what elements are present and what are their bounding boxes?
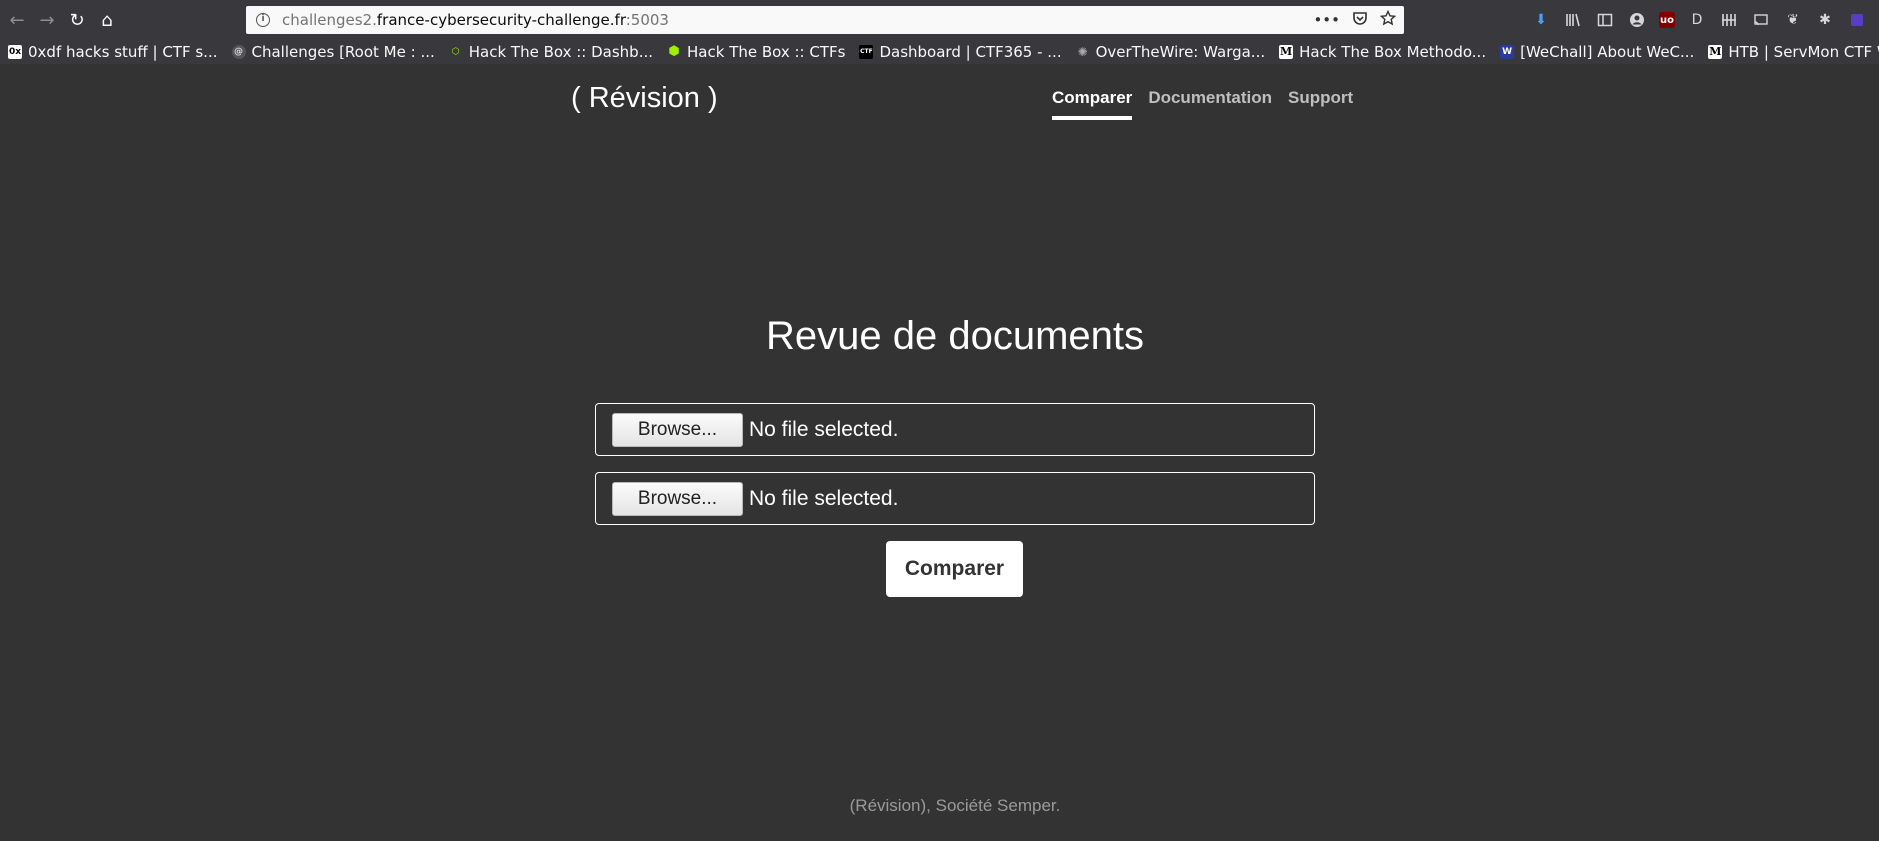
account-icon[interactable] [1627, 10, 1647, 30]
url-text[interactable]: challenges2.france-cybersecurity-challen… [282, 11, 669, 29]
bookmark-label: Hack The Box :: CTFs [687, 43, 846, 61]
bookmark-item[interactable]: W [WeChall] About WeC... [1500, 43, 1694, 61]
bookmark-label: Hack The Box :: Dashb... [468, 43, 654, 61]
browse-button[interactable]: Browse... [612, 412, 743, 447]
back-icon[interactable]: ← [2, 5, 32, 35]
overthewire-icon: ✺ [1077, 45, 1088, 59]
bookmark-item[interactable]: @ Challenges [Root Me : ... [231, 43, 435, 61]
url-port: :5003 [625, 11, 669, 29]
page-content: ( Révision ) Comparer Documentation Supp… [0, 64, 1879, 841]
home-icon[interactable]: ⌂ [92, 5, 122, 35]
bookmark-item[interactable]: CTF Dashboard | CTF365 - ... [859, 43, 1062, 61]
bookmark-item[interactable]: ⬡ Hack The Box :: Dashb... [449, 43, 653, 61]
main-nav: Comparer Documentation Support [1052, 88, 1353, 120]
0xdf-icon: 0x [8, 45, 22, 59]
cast-icon[interactable] [1751, 10, 1771, 30]
bookmark-item[interactable]: ✺ OverTheWire: Warga... [1076, 43, 1266, 61]
bookmark-label: Hack The Box Methodo... [1299, 43, 1487, 61]
nav-support[interactable]: Support [1288, 88, 1353, 120]
medium-icon: M [1708, 45, 1723, 59]
bookmark-label: HTB | ServMon CTF W... [1728, 43, 1879, 61]
bookmark-label: OverTheWire: Warga... [1095, 43, 1266, 61]
bookmark-item[interactable]: M Hack The Box Methodo... [1279, 43, 1486, 61]
url-prefix: challenges2. [282, 11, 377, 29]
bookmark-label: Dashboard | CTF365 - ... [879, 43, 1062, 61]
site-info-icon[interactable]: i [256, 13, 270, 27]
nav-documentation[interactable]: Documentation [1148, 88, 1272, 120]
url-bar[interactable]: i challenges2.france-cybersecurity-chall… [246, 6, 1404, 34]
page-actions-icon[interactable]: ••• [1313, 11, 1340, 29]
file-input-1[interactable]: Browse... No file selected. [595, 403, 1315, 456]
site-brand[interactable]: ( Révision ) [571, 82, 718, 115]
page-title: Revue de documents [765, 314, 1144, 358]
bookmarks-bar: 0x 0xdf hacks stuff | CTF s... @ Challen… [0, 40, 1879, 64]
extension-leaf-icon[interactable]: ❦ [1783, 10, 1803, 30]
sidebar-icon[interactable] [1595, 10, 1615, 30]
rootme-icon: @ [231, 45, 246, 59]
bookmark-item[interactable]: 0x 0xdf hacks stuff | CTF s... [8, 43, 218, 61]
bookmark-item[interactable]: M HTB | ServMon CTF W... [1708, 43, 1879, 61]
htb-cube-icon: ⬢ [668, 44, 680, 59]
footer-text: (Révision), Société Semper. [849, 796, 1061, 815]
library-icon[interactable] [1563, 10, 1583, 30]
bookmark-item[interactable]: ⬢ Hack The Box :: CTFs [667, 43, 845, 61]
extension-bars-icon[interactable] [1719, 10, 1739, 30]
file-status-text: No file selected. [749, 486, 899, 510]
wechall-icon: W [1500, 45, 1515, 59]
bookmark-label: Challenges [Root Me : ... [251, 43, 435, 61]
reload-icon[interactable]: ↻ [62, 5, 92, 35]
pocket-icon[interactable] [1352, 10, 1368, 30]
bookmark-label: 0xdf hacks stuff | CTF s... [28, 43, 218, 61]
bookmark-star-icon[interactable] [1379, 9, 1397, 30]
extension-shield-icon[interactable] [1847, 10, 1867, 30]
nav-comparer[interactable]: Comparer [1052, 88, 1133, 120]
browser-toolbar: ← → ↻ ⌂ i challenges2.france-cybersecuri… [0, 0, 1879, 40]
bookmark-label: [WeChall] About WeC... [1520, 43, 1695, 61]
downloads-icon[interactable]: ⬇ [1531, 10, 1551, 30]
compare-submit-button[interactable]: Comparer [886, 541, 1023, 597]
forward-icon[interactable]: → [32, 5, 62, 35]
file-input-2[interactable]: Browse... No file selected. [595, 472, 1315, 525]
file-status-text: No file selected. [749, 417, 899, 441]
medium-icon: M [1279, 45, 1294, 59]
extension-bug-icon[interactable]: ✱ [1815, 10, 1835, 30]
browse-button[interactable]: Browse... [612, 481, 743, 516]
htb-icon: ⬡ [451, 47, 460, 57]
ctf365-icon: CTF [859, 45, 874, 59]
ublock-icon[interactable]: uo [1659, 12, 1675, 28]
url-host: france-cybersecurity-challenge.fr [376, 11, 626, 29]
extension-d-icon[interactable]: D [1687, 10, 1707, 30]
